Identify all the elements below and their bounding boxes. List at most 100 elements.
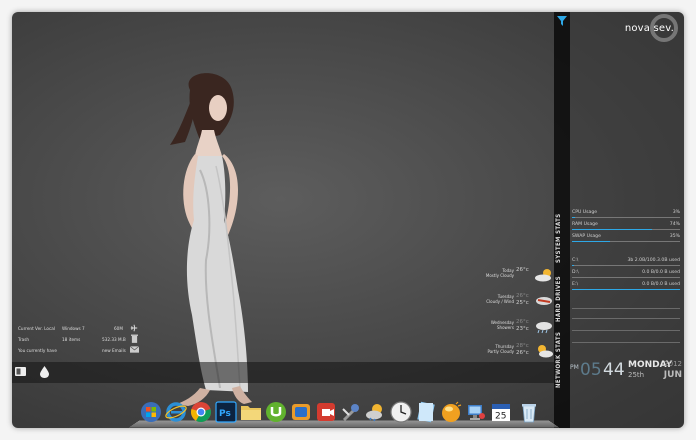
clock-ampm: PM xyxy=(570,364,579,371)
stat-value: 3% xyxy=(672,210,680,215)
partly-cloudy-icon xyxy=(538,345,553,358)
row-value: 18 items xyxy=(62,337,81,342)
showers-icon xyxy=(536,322,552,334)
temp-high: 28°c xyxy=(516,343,529,349)
calendar-icon[interactable]: 25 xyxy=(490,401,512,423)
tools-icon[interactable] xyxy=(340,401,362,423)
stats-sidebar: SYSTEM STATS HARD DRIVES NETWORK STATS xyxy=(554,12,570,428)
weather-day: Tuesday Cloudy / Wind xyxy=(474,294,514,304)
row-label: Trash xyxy=(18,337,30,342)
stat-name: RAM Usage xyxy=(572,222,598,227)
chrome-icon[interactable] xyxy=(190,401,212,423)
media-center-icon[interactable] xyxy=(290,401,312,423)
row-label: Current Ver. Local xyxy=(18,326,56,331)
clock-month: JUN xyxy=(663,370,682,380)
internet-explorer-icon[interactable] xyxy=(165,401,187,423)
weather-tuesday: Tuesday Cloudy / Wind 26°c 25°c xyxy=(474,292,556,314)
drive-d: D:\ 0.0 B/0.0 B used xyxy=(572,270,680,280)
mail-launcher-icon[interactable] xyxy=(15,367,26,376)
weather-thursday: Thursday Partly Cloudy 28°c 26°c xyxy=(474,342,556,364)
network-stats-label[interactable]: NETWORK STATS xyxy=(555,330,569,390)
clock-hour: 05 xyxy=(580,360,602,380)
widget-row-version: Current Ver. Local Windows 7 60M xyxy=(18,324,138,336)
network-line xyxy=(572,308,680,309)
windows-start-icon[interactable] xyxy=(140,401,162,423)
network-line xyxy=(572,342,680,343)
stat-ram: RAM Usage 74% xyxy=(572,222,680,232)
photoshop-icon[interactable]: Ps xyxy=(215,401,237,423)
logo: nova sev. xyxy=(622,14,680,42)
trash-icon[interactable] xyxy=(131,334,138,343)
desktop: Current Ver. Local Windows 7 60M Trash 1… xyxy=(12,12,684,428)
bottom-launcher-strip xyxy=(12,362,554,383)
logo-text: nova sev. xyxy=(624,23,674,34)
folder-icon[interactable] xyxy=(240,401,262,423)
temp-low: 26°c xyxy=(516,267,529,273)
recycle-bin-icon[interactable] xyxy=(518,401,540,423)
stat-cpu: CPU Usage 3% xyxy=(572,210,680,220)
weather-day: Thursday Partly Cloudy xyxy=(474,344,514,354)
stat-bar xyxy=(572,241,610,242)
clock-year: 2012 xyxy=(664,360,682,368)
weather-day: Wednesday Showers xyxy=(474,320,514,330)
hard-drives-label[interactable]: HARD DRIVES xyxy=(555,270,569,328)
widget-row-email: You currently have new Emails xyxy=(18,346,139,358)
clock-minute: 44 xyxy=(603,360,625,380)
stat-value: 35% xyxy=(669,234,680,239)
system-info-widget: Current Ver. Local Windows 7 60M Trash 1… xyxy=(18,322,139,358)
utorrent-icon[interactable] xyxy=(265,401,287,423)
widget-row-trash: Trash 18 items 532.33 M.B xyxy=(18,334,138,347)
temp-low: 26°c xyxy=(516,350,529,356)
video-icon[interactable] xyxy=(315,401,337,423)
network-icon[interactable] xyxy=(465,401,487,423)
system-stats-label[interactable]: SYSTEM STATS xyxy=(555,208,569,268)
network-line xyxy=(572,318,680,319)
drive-c: C:\ 3b 2.0B/100.3.0B used xyxy=(572,258,680,268)
drive-name: C:\ xyxy=(572,258,579,263)
drive-name: D:\ xyxy=(572,270,579,275)
condition: Showers xyxy=(497,325,514,330)
weather-icon[interactable] xyxy=(365,401,387,423)
stat-bar xyxy=(572,229,652,230)
drive-value: 0.0 B/0.0 B used xyxy=(642,282,680,287)
stat-value: 74% xyxy=(669,222,680,227)
row-extra: new Emails xyxy=(102,348,126,353)
condition: Partly Cloudy xyxy=(487,349,514,354)
condition: Cloudy / Wind xyxy=(486,299,514,304)
temp-low: 25°c xyxy=(516,300,529,306)
row-extra: 532.33 M.B xyxy=(102,337,126,342)
filter-icon[interactable] xyxy=(557,16,567,26)
clock-widget: PM 05 44 MONDAY 25th 2012 JUN xyxy=(570,360,684,384)
clock-date: 25th xyxy=(628,371,645,379)
orb-icon[interactable] xyxy=(440,401,462,423)
drive-value: 3b 2.0B/100.3.0B used xyxy=(627,258,681,263)
stat-swap: SWAP Usage 35% xyxy=(572,234,680,244)
condition: Mostly Cloudy xyxy=(485,273,514,278)
cloudy-wind-icon xyxy=(536,297,552,305)
stat-name: CPU Usage xyxy=(572,210,598,215)
drive-name: E:\ xyxy=(572,282,578,287)
weather-today: Today Mostly Cloudy 26°c xyxy=(474,266,556,288)
weather-wednesday: Wednesday Showers 26°c 23°c xyxy=(474,318,556,340)
calendar-day-number: 25 xyxy=(495,412,506,422)
stat-bar xyxy=(572,217,576,218)
network-line xyxy=(572,330,680,331)
water-drop-icon[interactable] xyxy=(40,366,49,378)
row-value: Windows 7 xyxy=(62,326,85,331)
weather-day: Today Mostly Cloudy xyxy=(474,268,514,278)
drive-bar xyxy=(572,265,575,266)
wallpaper-figure xyxy=(170,73,252,406)
temp-low: 23°c xyxy=(516,326,529,332)
mail-icon[interactable] xyxy=(130,346,139,353)
dock: Ps 25 xyxy=(140,401,560,427)
svg-text:Ps: Ps xyxy=(219,409,231,419)
airplane-icon[interactable] xyxy=(130,324,138,332)
drive-value: 0.0 B/0.0 B used xyxy=(642,270,680,275)
notes-icon[interactable] xyxy=(415,401,437,423)
row-extra: 60M xyxy=(114,326,123,331)
stat-name: SWAP Usage xyxy=(572,234,601,239)
row-label: You currently have xyxy=(18,348,57,353)
drive-e: E:\ 0.0 B/0.0 B used xyxy=(572,282,680,292)
clock-icon[interactable] xyxy=(390,401,412,423)
temp-high: 26°c xyxy=(516,293,529,299)
